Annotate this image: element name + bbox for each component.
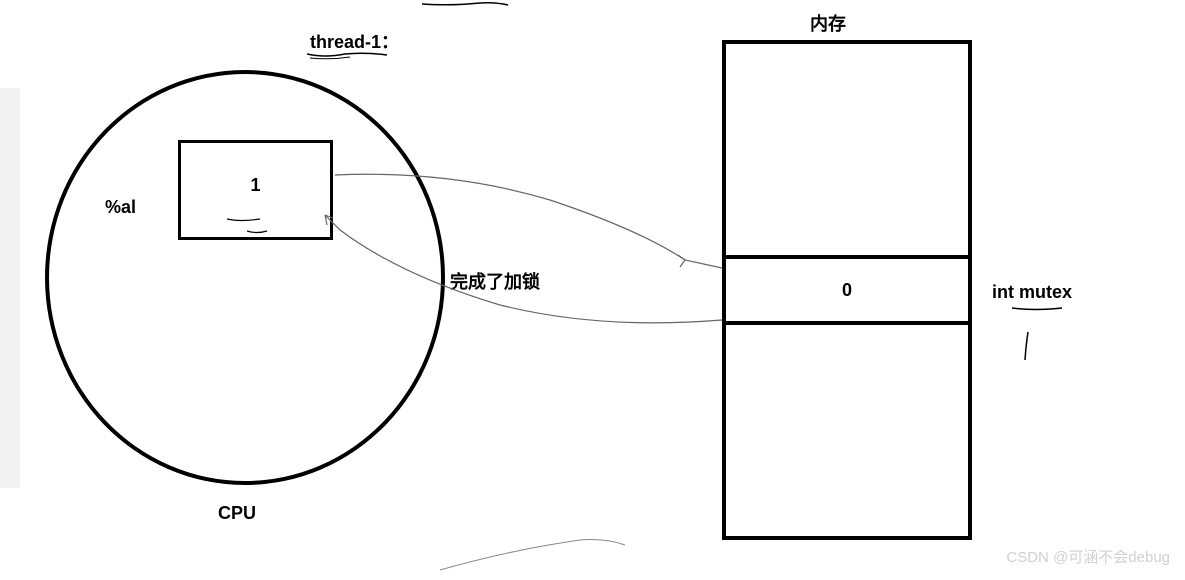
cpu-label: CPU: [218, 503, 256, 524]
memory-label: 内存: [810, 10, 846, 36]
watermark: CSDN @可涵不会debug: [1006, 546, 1170, 567]
register-value: 1: [250, 175, 260, 196]
memory-cell-value: 0: [842, 280, 852, 301]
underline-scribble-1: [225, 215, 265, 225]
register-label: %al: [105, 197, 136, 218]
thread-underline-scribble: [305, 50, 390, 60]
left-margin: [0, 88, 20, 488]
lock-status-label: 完成了加锁: [450, 268, 540, 294]
mutex-underline-scribble: [1010, 305, 1065, 313]
register-box: 1: [178, 140, 333, 240]
bottom-curve-scribble: [430, 530, 630, 580]
top-scribble: [420, 0, 510, 8]
right-tick-mark: [1020, 330, 1040, 365]
mutex-label: int mutex: [992, 282, 1072, 303]
cpu-circle: [45, 70, 445, 485]
memory-cell: 0: [722, 255, 972, 325]
underline-scribble-2: [245, 228, 270, 236]
